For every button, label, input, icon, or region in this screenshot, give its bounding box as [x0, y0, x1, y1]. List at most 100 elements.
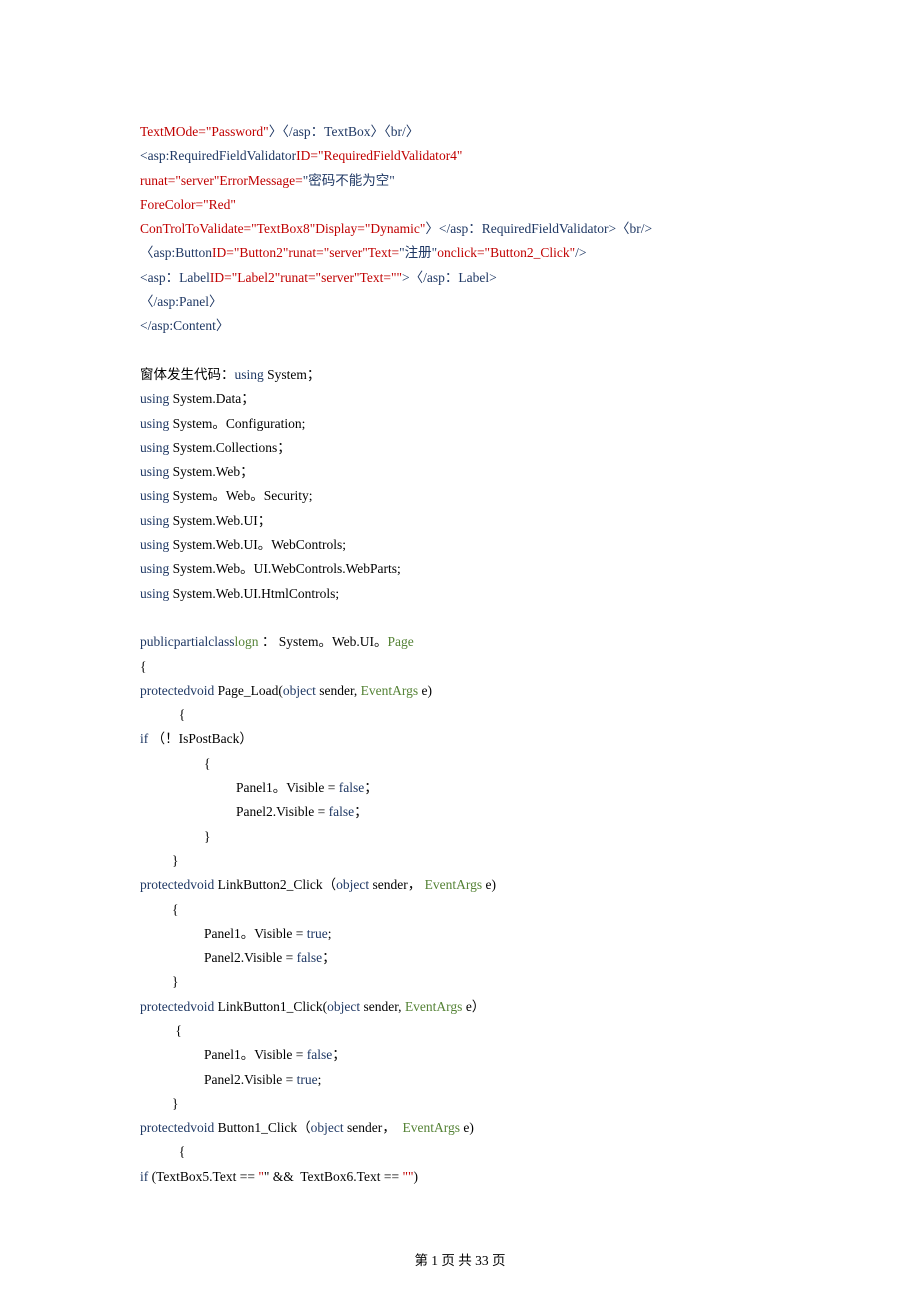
code-token: Panel1。Visible = [204, 926, 307, 941]
code-line: } [140, 849, 780, 873]
code-token: ; [318, 1072, 322, 1087]
code-token: ； [354, 804, 368, 819]
code-line: if (TextBox5.Text == "" && TextBox6.Text… [140, 1165, 780, 1189]
code-token: runat="server" [140, 173, 219, 188]
code-token: " && TextBox6.Text == [264, 1169, 403, 1184]
code-token: ID="Button2"runat="server"Text= [212, 245, 399, 260]
code-token: LinkButton1_Click( [214, 999, 327, 1014]
code-token: (TextBox5.Text == [148, 1169, 258, 1184]
code-token: ) [413, 1169, 418, 1184]
code-token: EventArgs [405, 999, 463, 1014]
code-line: </asp:Content〉 [140, 314, 780, 338]
code-token: publicpartialclass [140, 634, 234, 649]
code-token: false [297, 950, 322, 965]
code-token: System.Data； [169, 391, 255, 406]
code-token: Page [388, 634, 414, 649]
code-token: e） [462, 999, 485, 1014]
code-token: protectedvoid [140, 683, 214, 698]
code-line: using System。Configuration; [140, 412, 780, 436]
code-token: Panel1。Visible = [236, 780, 339, 795]
code-line: { [140, 655, 780, 679]
code-token: false [329, 804, 354, 819]
code-token: ; [328, 926, 332, 941]
code-token: <asp：Label [140, 270, 210, 285]
code-token: sender， [344, 1120, 403, 1135]
code-line: 〈asp:ButtonID="Button2"runat="server"Tex… [140, 241, 780, 265]
code-token: 〉</asp：RequiredFieldValidator>〈br/> [425, 221, 652, 236]
code-token: true [307, 926, 328, 941]
code-token: EventArgs [361, 683, 419, 698]
code-line: } [140, 825, 780, 849]
code-line: Panel1。Visible = false； [140, 776, 780, 800]
code-line: protectedvoid Button1_Click（object sende… [140, 1116, 780, 1140]
code-token: { [140, 659, 146, 674]
code-token: EventArgs [425, 877, 483, 892]
code-line: { [140, 703, 780, 727]
code-token: protectedvoid [140, 877, 214, 892]
code-token: EventArgs [402, 1120, 460, 1135]
page-footer: 第 1 页 共 33 页 [0, 1229, 920, 1309]
code-line: } [140, 970, 780, 994]
code-line: 〈/asp:Panel〉 [140, 290, 780, 314]
code-line: { [140, 1019, 780, 1043]
code-token: ； [322, 950, 336, 965]
code-token: sender， [369, 877, 424, 892]
code-token: ： System。Web.UI。 [258, 634, 387, 649]
code-token: "" [402, 1169, 413, 1184]
code-token: "注册" [399, 245, 437, 260]
code-token: sender, [360, 999, 405, 1014]
code-token: using [140, 391, 169, 406]
code-token: LinkButton2_Click（ [214, 877, 336, 892]
code-token: using [140, 488, 169, 503]
code-token: System.Collections； [169, 440, 291, 455]
code-token: } [172, 853, 178, 868]
code-token: 〈asp:Button [140, 245, 212, 260]
code-token: object [311, 1120, 344, 1135]
code-line: 窗体发生代码：using System； [140, 363, 780, 387]
code-token: /> [575, 245, 586, 260]
code-line: publicpartialclasslogn ： System。Web.UI。P… [140, 630, 780, 654]
code-token: Button1_Click（ [214, 1120, 310, 1135]
code-token: ConTrolToValidate="TextBox8"Display="Dyn… [140, 221, 425, 236]
code-token: using [235, 367, 264, 382]
code-token: object [283, 683, 316, 698]
code-line: using System.Web.UI； [140, 509, 780, 533]
code-line: <asp：LabelID="Label2"runat="server"Text=… [140, 266, 780, 290]
code-line: protectedvoid LinkButton2_Click（object s… [140, 873, 780, 897]
code-token: Panel2.Visible = [236, 804, 329, 819]
code-token: logn [234, 634, 258, 649]
code-token: { [172, 707, 185, 722]
code-token: System.Web。UI.WebControls.WebParts; [169, 561, 400, 576]
code-token [140, 343, 143, 358]
code-token [140, 610, 143, 625]
code-token: System。Configuration; [169, 416, 305, 431]
code-line: { [140, 898, 780, 922]
code-token: { [204, 756, 210, 771]
code-line: if （！IsPostBack） [140, 727, 780, 751]
code-token: { [172, 1144, 185, 1159]
code-line: protectedvoid Page_Load(object sender, E… [140, 679, 780, 703]
code-token: using [140, 537, 169, 552]
code-token: Panel1。Visible = [204, 1047, 307, 1062]
code-token: using [140, 440, 169, 455]
code-token: Panel2.Visible = [204, 1072, 297, 1087]
code-token: using [140, 561, 169, 576]
code-line: Panel1。Visible = true; [140, 922, 780, 946]
code-line: Panel2.Visible = true; [140, 1068, 780, 1092]
code-token: 〉〈/asp：TextBox〉〈br/〉 [269, 124, 420, 139]
code-token: protectedvoid [140, 999, 214, 1014]
code-token: TextMOde="Password" [140, 124, 269, 139]
code-line: protectedvoid LinkButton1_Click(object s… [140, 995, 780, 1019]
code-line: using System.Web.UI。WebControls; [140, 533, 780, 557]
code-token: using [140, 416, 169, 431]
code-line: Panel2.Visible = false； [140, 946, 780, 970]
code-token: <asp:RequiredFieldValidator [140, 148, 296, 163]
code-token: if [140, 1169, 148, 1184]
code-token: e) [460, 1120, 474, 1135]
code-token: e) [482, 877, 496, 892]
code-token: using [140, 464, 169, 479]
code-token: System.Web； [169, 464, 253, 479]
code-token: { [172, 1023, 182, 1038]
code-line: } [140, 1092, 780, 1116]
code-token: ID="Label2"runat="server"Text="" [210, 270, 402, 285]
